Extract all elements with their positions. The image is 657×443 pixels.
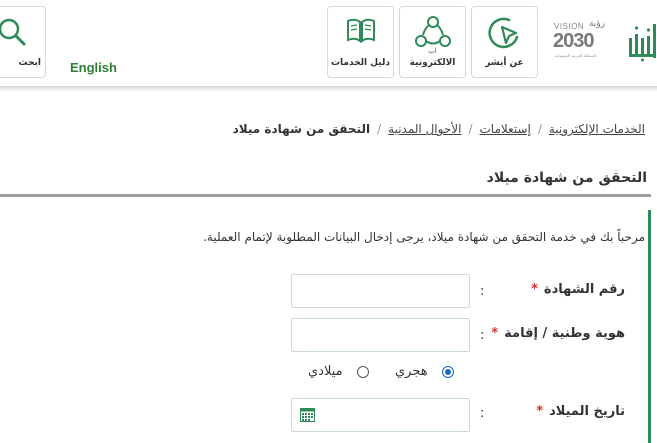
page-title: التحقق من شهادة ميلاد [486,170,647,186]
vision-logo-year: 2030 [553,30,594,52]
colon: : [480,284,485,299]
eservices-caption: اب [428,47,437,55]
certificate-number-label-text: رقم الشهادة [543,282,625,297]
certificate-number-label: رقم الشهادة * [531,282,625,297]
breadcrumb-inquiries[interactable]: إستعلامات [479,122,530,136]
vision-2030-logo: VISION رؤية 2030 المملكة العربية السعودي… [551,19,615,64]
book-icon [346,18,375,44]
header-shadow [0,86,657,92]
colon: : [480,406,485,421]
vision-logo-arabic: رؤية [589,19,606,29]
search-icon [0,18,26,46]
about-absher-tile[interactable]: عن أبشر [471,6,538,78]
national-id-label-text: هوية وطنية / إقامة [504,326,625,341]
language-link[interactable]: English [70,60,117,75]
absher-logo [629,24,656,62]
birth-date-label: تاريخ الميلاد * [536,404,625,419]
breadcrumb-separator: / [468,122,473,136]
hijri-label: هجري [395,364,428,379]
national-id-input[interactable] [291,318,470,352]
breadcrumb-separator: / [377,122,382,136]
required-marker: * [536,404,544,419]
site-header: ابحث English دليل الخدمات اب الالكترونية [0,0,657,86]
birth-date-input[interactable] [291,398,470,432]
form-panel-accent [648,210,651,443]
breadcrumb-separator: / [537,122,542,136]
about-absher-label: عن أبشر [485,58,524,68]
search-button[interactable]: ابحث [0,6,46,78]
intro-text: مرحباً بك في خدمة التحقق من شهادة ميلاد،… [203,230,645,244]
cursor-icon [487,17,518,49]
breadcrumb-civil-affairs[interactable]: الأحوال المدنية [388,122,461,136]
calendar-gregorian-option[interactable]: ميلادي [308,364,369,379]
vision-logo-sub: المملكة العربية السعودية [555,53,597,58]
eservices-tile[interactable]: اب الالكترونية [399,6,466,78]
calendar-icon[interactable] [300,408,315,422]
eservices-label: الالكترونية [409,58,456,68]
network-icon [414,16,451,47]
gregorian-radio[interactable] [356,365,369,378]
gregorian-label: ميلادي [308,364,343,379]
calendar-hijri-option[interactable]: هجري [395,364,454,379]
breadcrumb: الخدمات الإلكترونية / إستعلامات / الأحوال ال… [233,122,645,136]
certificate-number-input[interactable] [291,274,470,308]
required-marker: * [491,326,499,341]
national-id-label: هوية وطنية / إقامة * [491,326,625,341]
title-divider [0,194,651,197]
search-label: ابحث [18,58,41,68]
services-guide-label: دليل الخدمات [331,58,390,68]
services-guide-tile[interactable]: دليل الخدمات [327,6,394,78]
hijri-radio[interactable] [441,365,454,378]
required-marker: * [531,282,538,297]
breadcrumb-current: التحقق من شهادة ميلاد [232,122,371,136]
birth-date-label-text: تاريخ الميلاد [549,404,625,419]
breadcrumb-eservices[interactable]: الخدمات الإلكترونية [549,122,645,136]
colon: : [480,328,485,343]
